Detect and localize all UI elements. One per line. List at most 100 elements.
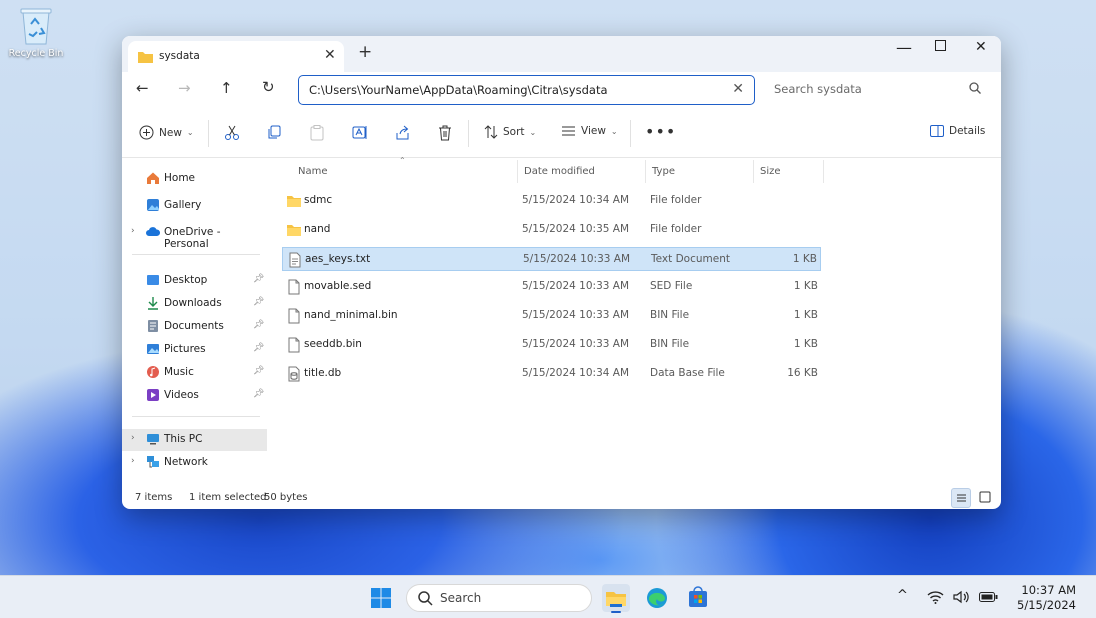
column-header-size[interactable]: Size xyxy=(760,166,781,177)
file-type: BIN File xyxy=(650,309,690,322)
sidebar-item-pictures[interactable]: Pictures 📌︎ xyxy=(122,339,267,361)
sidebar-item-downloads[interactable]: Downloads 📌︎ xyxy=(122,293,267,315)
column-header-name[interactable]: Name xyxy=(298,166,328,177)
folder-icon xyxy=(286,193,302,209)
file-row-nand[interactable]: nand 5/15/2024 10:35 AM File folder xyxy=(282,218,821,242)
system-clock[interactable]: 10:37 AM 5/15/2024 xyxy=(1017,583,1076,613)
file-row-aes-keys-txt[interactable]: aes_keys.txt 5/15/2024 10:33 AM Text Docum… xyxy=(282,246,821,271)
search-box[interactable]: Search sysdata xyxy=(765,75,993,105)
rename-button[interactable] xyxy=(352,125,368,140)
chevron-up-icon[interactable]: ^ xyxy=(897,588,908,603)
battery-icon[interactable] xyxy=(979,591,998,603)
close-tab-icon[interactable]: ✕ xyxy=(324,47,336,63)
column-divider[interactable] xyxy=(645,160,646,183)
file-explorer-window: sysdata ✕ + — ✕ ← → ↑ ↻ C:\Users\YourNam… xyxy=(122,36,1001,509)
file-row-title-db[interactable]: title.db 5/15/2024 10:34 AM Data Base File… xyxy=(282,362,821,386)
file-name: nand xyxy=(304,222,331,235)
minimize-button[interactable]: — xyxy=(896,38,912,57)
sidebar-label: Home xyxy=(164,172,196,184)
forward-button[interactable]: → xyxy=(178,79,191,97)
column-divider[interactable] xyxy=(517,160,518,183)
sidebar-item-videos[interactable]: Videos 📌︎ xyxy=(122,385,267,407)
sidebar-label: Documents xyxy=(164,320,224,332)
edge-browser-icon xyxy=(647,588,667,608)
details-view-button[interactable] xyxy=(951,488,971,508)
sidebar-item-this-pc[interactable]: › This PC xyxy=(122,429,267,451)
file-size: 1 KB xyxy=(793,309,818,322)
file-row-movable-sed[interactable]: movable.sed 5/15/2024 10:33 AM SED File 1 K… xyxy=(282,275,821,299)
pin-icon[interactable]: 📌︎ xyxy=(253,297,264,307)
sidebar-divider xyxy=(132,416,260,417)
sidebar-label: Desktop xyxy=(164,274,208,286)
view-button[interactable]: View ⌄ xyxy=(561,125,618,137)
volume-icon[interactable] xyxy=(953,590,969,604)
pin-icon[interactable]: 📌︎ xyxy=(253,343,264,353)
tiles-view-button[interactable] xyxy=(976,488,996,508)
music-icon xyxy=(147,366,159,378)
new-button[interactable]: New ⌄ xyxy=(139,125,194,140)
chevron-right-icon[interactable]: › xyxy=(131,433,135,443)
column-divider[interactable] xyxy=(753,160,754,183)
wifi-icon[interactable] xyxy=(927,590,944,604)
back-button[interactable]: ← xyxy=(136,79,149,97)
chevron-right-icon[interactable]: › xyxy=(131,226,135,236)
share-button[interactable] xyxy=(395,125,411,140)
sidebar-label: OneDrive - Personal xyxy=(164,226,221,250)
sidebar-item-onedrive[interactable]: › OneDrive - Personal xyxy=(122,222,267,250)
chevron-right-icon[interactable]: › xyxy=(131,456,135,466)
file-row-seeddb-bin[interactable]: seeddb.bin 5/15/2024 10:33 AM BIN File 1 KB xyxy=(282,333,821,357)
column-header-type[interactable]: Type xyxy=(652,166,675,177)
pin-icon[interactable]: 📌︎ xyxy=(253,274,264,284)
more-options-button[interactable]: ••• xyxy=(645,122,676,141)
up-button[interactable]: ↑ xyxy=(220,79,233,97)
taskbar-search[interactable]: Search xyxy=(406,584,592,612)
taskbar-file-explorer[interactable] xyxy=(602,584,630,613)
taskbar-store[interactable] xyxy=(684,584,712,612)
column-divider[interactable] xyxy=(823,160,824,183)
file-date: 5/15/2024 10:33 AM xyxy=(523,252,631,265)
address-bar[interactable]: C:\Users\YourName\AppData\Roaming\Citra\… xyxy=(298,75,755,105)
file-type: Text Document xyxy=(651,252,730,265)
file-row-nand-minimal-bin[interactable]: nand_minimal.bin 5/15/2024 10:33 AM BIN Fi… xyxy=(282,304,821,328)
clear-address-icon[interactable]: ✕ xyxy=(732,81,744,97)
start-button[interactable] xyxy=(367,584,395,612)
sort-button[interactable]: Sort ⌄ xyxy=(484,125,536,139)
tab-sysdata[interactable]: sysdata ✕ xyxy=(128,41,344,72)
taskbar-edge[interactable] xyxy=(643,584,671,612)
sidebar-item-home[interactable]: Home xyxy=(122,168,267,190)
navigation-bar: ← → ↑ ↻ C:\Users\YourName\AppData\Roamin… xyxy=(122,72,1001,108)
file-date: 5/15/2024 10:33 AM xyxy=(522,309,630,322)
gallery-icon xyxy=(147,199,159,211)
sidebar-item-network[interactable]: › Network xyxy=(122,452,267,474)
file-type: File folder xyxy=(650,222,702,235)
pin-icon[interactable]: 📌︎ xyxy=(253,366,264,376)
maximize-button[interactable] xyxy=(935,40,946,55)
cut-button[interactable] xyxy=(224,125,240,141)
title-bar: sysdata ✕ + — ✕ xyxy=(122,36,1001,72)
plus-circle-icon xyxy=(139,125,154,140)
sidebar-item-desktop[interactable]: Desktop 📌︎ xyxy=(122,270,267,292)
details-pane-button[interactable]: Details xyxy=(930,125,985,137)
pin-icon[interactable]: 📌︎ xyxy=(253,320,264,330)
db-file-icon xyxy=(286,366,302,382)
refresh-button[interactable]: ↻ xyxy=(262,78,275,96)
recycle-bin-desktop-icon[interactable]: Recycle Bin xyxy=(6,6,66,59)
delete-button[interactable] xyxy=(438,125,452,141)
view-label: View xyxy=(581,125,606,137)
details-view-icon xyxy=(957,494,966,502)
command-bar: New ⌄ Sort ⌄ View ⌄ ••• Details xyxy=(122,108,1001,158)
close-window-button[interactable]: ✕ xyxy=(975,39,987,55)
paste-button[interactable] xyxy=(310,125,324,141)
column-header-date[interactable]: Date modified xyxy=(524,166,595,177)
new-tab-button[interactable]: + xyxy=(358,42,372,62)
file-row-sdmc[interactable]: sdmc 5/15/2024 10:34 AM File folder xyxy=(282,189,821,213)
sidebar-item-music[interactable]: Music 📌︎ xyxy=(122,362,267,384)
copy-button[interactable] xyxy=(267,125,282,140)
rename-icon xyxy=(352,126,367,139)
active-indicator xyxy=(611,611,621,613)
pin-icon[interactable]: 📌︎ xyxy=(253,389,264,399)
selection-size: 50 bytes xyxy=(264,492,308,503)
sidebar-item-documents[interactable]: Documents 📌︎ xyxy=(122,316,267,338)
navigation-pane: Home Gallery › OneDrive - Personal Deskt… xyxy=(122,158,267,486)
sidebar-item-gallery[interactable]: Gallery xyxy=(122,195,267,217)
